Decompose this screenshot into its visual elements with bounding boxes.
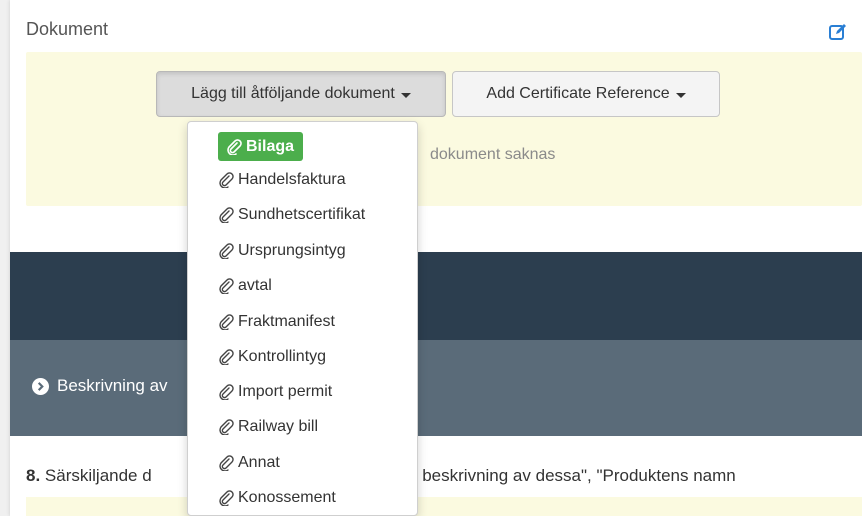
caret-down-icon xyxy=(675,92,686,98)
dropdown-item-label: avtal xyxy=(238,277,272,294)
dropdown-item-railway-bill[interactable]: Railway bill xyxy=(218,414,318,440)
add-accompanying-document-button[interactable]: Lägg till åtföljande dokument xyxy=(156,71,446,117)
question-text-start: Särskiljande d xyxy=(40,466,152,485)
paperclip-icon xyxy=(219,455,234,471)
dropdown-item-label: Handelsfaktura xyxy=(238,171,346,188)
dropdown-item-label: Import permit xyxy=(238,383,333,400)
paperclip-icon xyxy=(219,419,234,435)
caret-down-icon xyxy=(400,92,411,98)
dropdown-item-handelsfaktura[interactable]: Handelsfaktura xyxy=(218,167,346,193)
paperclip-icon xyxy=(219,207,234,223)
add-certificate-reference-label: Add Certificate Reference xyxy=(486,85,670,102)
dropdown-item-label: Bilaga xyxy=(246,137,295,155)
circle-chevron-right-icon xyxy=(32,377,49,395)
dropdown-item-ursprungsintyg[interactable]: Ursprungsintyg xyxy=(218,238,346,264)
dropdown-item-bilaga[interactable]: Bilaga xyxy=(218,132,304,161)
dropdown-item-label: Annat xyxy=(238,454,280,471)
paperclip-icon xyxy=(219,243,234,259)
dropdown-item-kontrollintyg[interactable]: Kontrollintyg xyxy=(218,344,326,370)
question-text-end: r och beskrivning av dessa", "Produktens… xyxy=(379,466,736,485)
section-toggle[interactable]: Beskrivning av xyxy=(32,376,168,396)
dropdown-item-annat[interactable]: Annat xyxy=(218,450,280,476)
document-type-dropdown: Bilaga Handelsfaktura Sundhetscertifikat… xyxy=(187,121,418,516)
paperclip-icon xyxy=(219,314,234,330)
empty-documents-text: dokument saknas xyxy=(430,146,556,163)
section-heading: Beskrivning av xyxy=(57,376,168,395)
dropdown-item-label: Konossement xyxy=(238,489,336,506)
add-certificate-reference-button[interactable]: Add Certificate Reference xyxy=(452,71,720,117)
dropdown-item-sundhetscertifikat[interactable]: Sundhetscertifikat xyxy=(218,202,365,228)
paperclip-icon xyxy=(219,349,234,365)
documents-title: Dokument xyxy=(26,19,109,39)
dropdown-item-avtal[interactable]: avtal xyxy=(218,273,272,299)
dropdown-item-konossement[interactable]: Konossement xyxy=(218,485,336,511)
paperclip-icon xyxy=(219,172,234,188)
dropdown-item-label: Ursprungsintyg xyxy=(238,242,346,259)
paperclip-icon xyxy=(219,490,234,506)
question-number: 8. xyxy=(26,466,41,485)
dark-header-band xyxy=(10,252,862,340)
documents-card: Dokument Lägg till åtföljande dokument A… xyxy=(10,0,862,516)
dropdown-item-label: Sundhetscertifikat xyxy=(238,206,366,223)
edit-icon[interactable] xyxy=(828,22,848,42)
dropdown-item-label: Kontrollintyg xyxy=(238,348,327,365)
dropdown-item-label: Railway bill xyxy=(238,418,319,435)
paperclip-icon xyxy=(219,278,234,294)
paperclip-icon xyxy=(227,138,242,155)
dropdown-item-fraktmanifest[interactable]: Fraktmanifest xyxy=(218,309,335,335)
paperclip-icon xyxy=(219,384,234,400)
dropdown-item-label: Fraktmanifest xyxy=(238,313,335,330)
add-accompanying-document-label: Lägg till åtföljande dokument xyxy=(191,85,395,102)
dropdown-item-import-permit[interactable]: Import permit xyxy=(218,379,332,405)
answer-panel xyxy=(26,497,862,516)
